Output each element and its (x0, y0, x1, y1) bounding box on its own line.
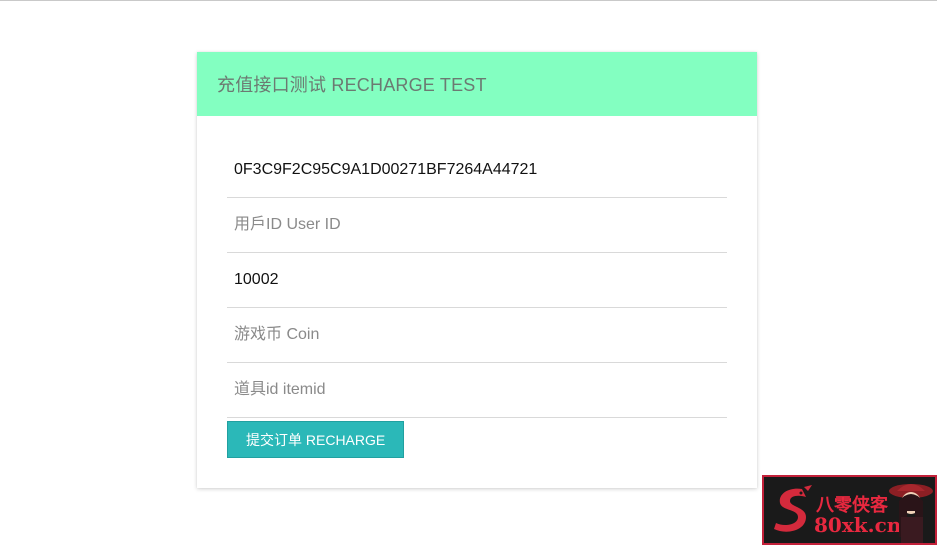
site-watermark-logo: 八零侠客 80xk.cn (762, 475, 937, 545)
character-illustration-icon (889, 484, 933, 543)
field-row-server (227, 253, 727, 308)
dragon-icon (774, 485, 812, 532)
recharge-form (227, 143, 727, 418)
field-row-coin (227, 308, 727, 363)
field-row-itemid (227, 363, 727, 418)
user-id-input[interactable] (227, 210, 727, 240)
field-row-token (227, 143, 727, 198)
server-id-input[interactable] (227, 265, 727, 295)
page: 充值接口测试 RECHARGE TEST 提交订单 RECHARGE (0, 0, 937, 545)
card-header: 充值接口测试 RECHARGE TEST (197, 52, 757, 116)
field-row-user-id (227, 198, 727, 253)
itemid-input[interactable] (227, 375, 727, 405)
token-input[interactable] (227, 155, 727, 185)
top-divider (0, 0, 937, 1)
recharge-card: 充值接口测试 RECHARGE TEST 提交订单 RECHARGE (197, 52, 757, 488)
submit-order-button[interactable]: 提交订单 RECHARGE (227, 421, 405, 458)
coin-input[interactable] (227, 320, 727, 350)
card-title: 充值接口测试 RECHARGE TEST (217, 75, 487, 95)
